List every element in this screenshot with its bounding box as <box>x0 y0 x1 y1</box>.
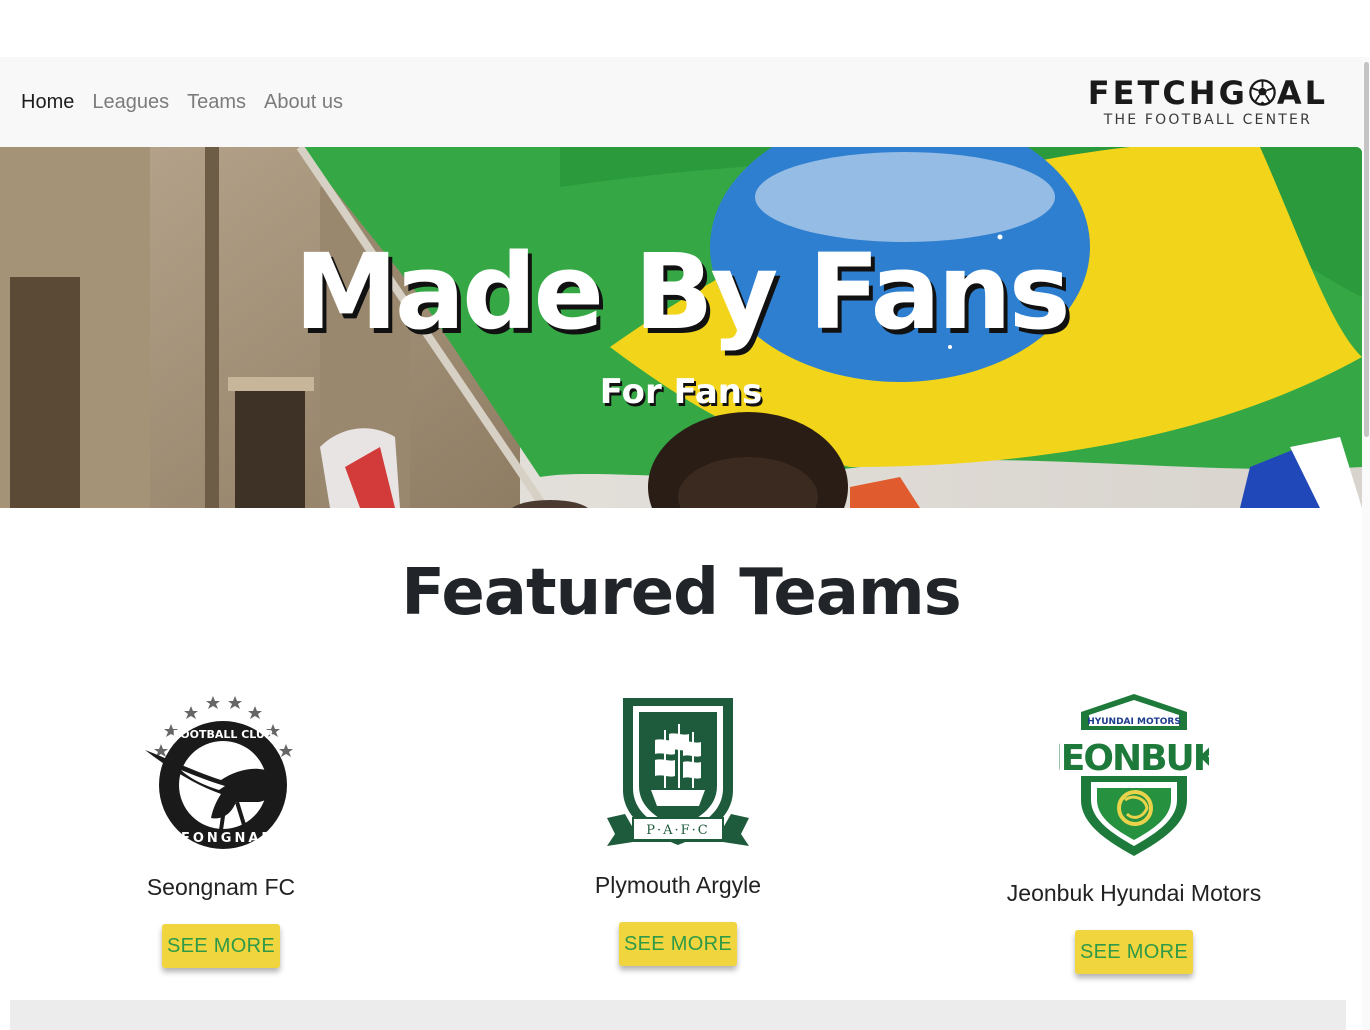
brand-name-part1: FETCHG <box>1087 73 1248 112</box>
hero-subtitle: For Fans <box>599 372 763 412</box>
nav-link-teams[interactable]: Teams <box>187 91 246 114</box>
next-section-strip <box>10 1000 1346 1030</box>
nav-link-about[interactable]: About us <box>264 91 343 114</box>
featured-teams-title: Featured Teams <box>401 556 961 630</box>
seongnam-logo-text-top: FOOTBALL CLUB <box>173 728 273 741</box>
see-more-button-plymouth[interactable]: SEE MORE <box>619 922 737 966</box>
team-card-jeonbuk: HYUNDAI MOTORS JEONBUK Jeonbuk Hyundai M… <box>934 690 1334 990</box>
jeonbuk-logo-icon: HYUNDAI MOTORS JEONBUK <box>1059 694 1209 856</box>
soccer-ball-icon <box>1249 79 1276 106</box>
scrollbar-thumb[interactable] <box>1364 62 1369 437</box>
see-more-button-jeonbuk[interactable]: SEE MORE <box>1075 930 1193 974</box>
nav-link-leagues[interactable]: Leagues <box>92 91 169 114</box>
navbar: Home Leagues Teams About us FETCHG AL TH… <box>0 57 1362 147</box>
nav-link-home[interactable]: Home <box>21 91 74 114</box>
team-name: Plymouth Argyle <box>594 872 762 898</box>
team-card-plymouth: P·A·F·C Plymouth Argyle SEE MORE <box>478 690 878 980</box>
brand-tagline: THE FOOTBALL CENTER <box>1103 111 1313 128</box>
see-more-button-seongnam[interactable]: SEE MORE <box>162 924 280 968</box>
team-card-seongnam: FOOTBALL CLUB SEONGNAM Seongnam FC SEE M… <box>21 690 421 980</box>
seongnam-logo-text-bottom: SEONGNAM <box>169 831 278 846</box>
plymouth-logo-text: P·A·F·C <box>646 823 710 838</box>
team-name: Jeonbuk Hyundai Motors <box>1006 880 1262 906</box>
hero-title: Made By Fans <box>294 231 1070 353</box>
jeonbuk-logo-text-small: HYUNDAI MOTORS <box>1087 717 1181 727</box>
seongnam-logo-icon: FOOTBALL CLUB SEONGNAM <box>145 696 293 849</box>
brand-logo[interactable]: FETCHG AL THE FOOTBALL CENTER <box>1088 77 1328 128</box>
team-name: Seongnam FC <box>146 874 296 900</box>
hero-banner: Made By Fans For Fans <box>0 147 1362 508</box>
jeonbuk-logo-text-big: JEONBUK <box>1059 738 1209 779</box>
brand-name-part2: AL <box>1276 73 1328 112</box>
nav-links: Home Leagues Teams About us <box>21 91 343 114</box>
plymouth-logo-icon: P·A·F·C <box>607 698 749 846</box>
brand-name: FETCHG AL <box>1088 77 1328 109</box>
